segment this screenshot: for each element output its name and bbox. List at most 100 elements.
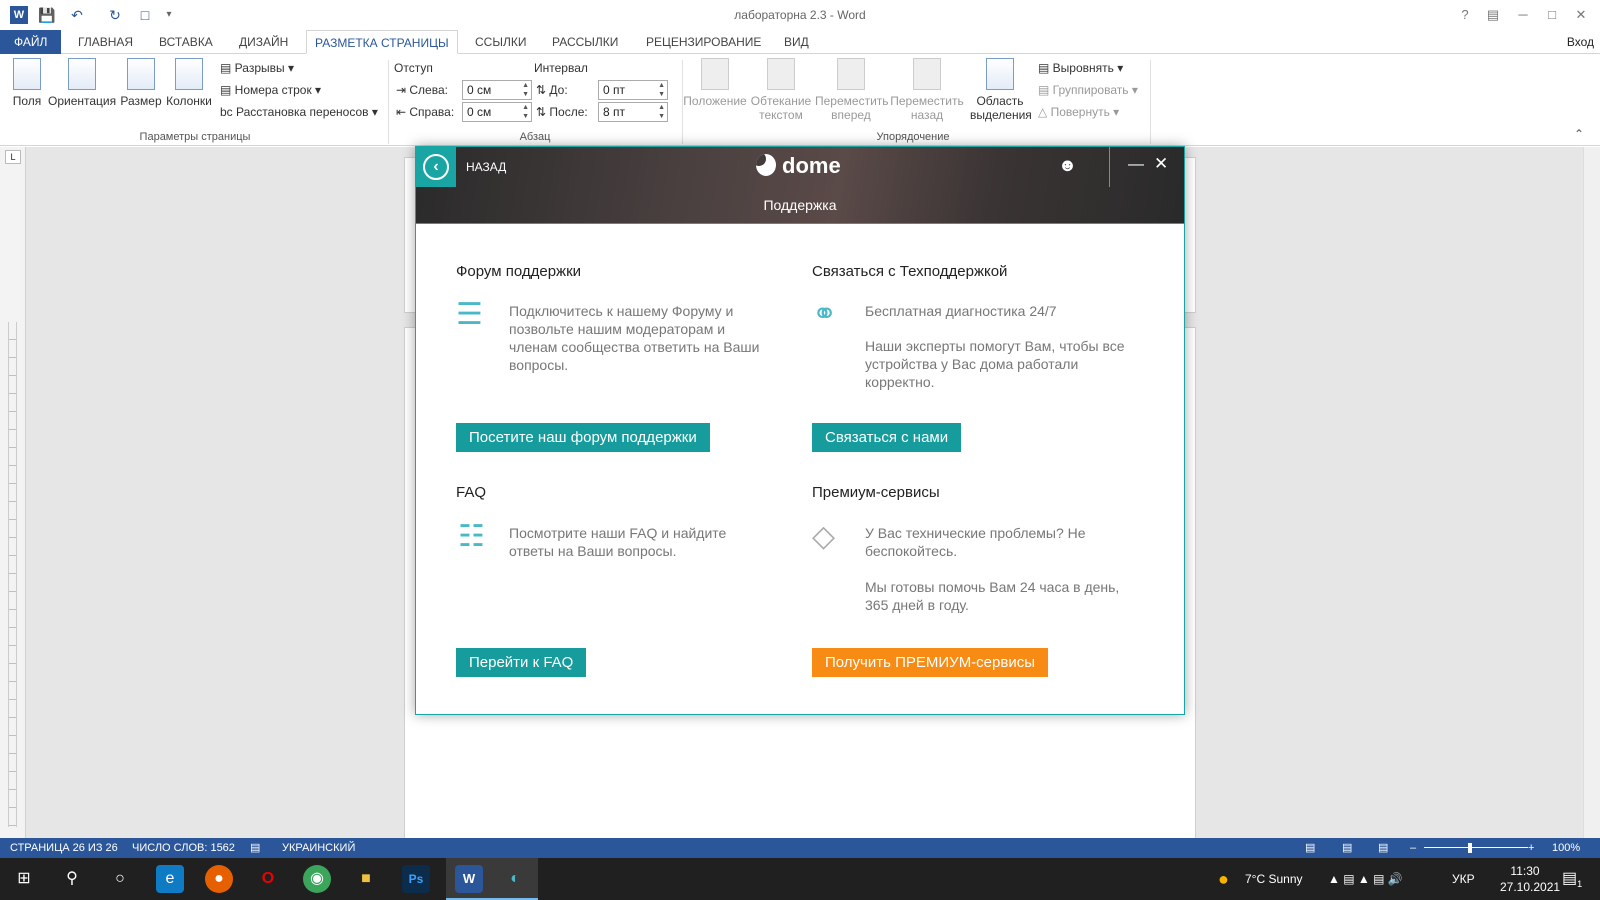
tab-references[interactable]: ССЫЛКИ — [467, 30, 534, 54]
zoom-slider-thumb[interactable] — [1468, 843, 1472, 853]
weather-icon[interactable]: ● — [1218, 858, 1229, 900]
collapse-ribbon-icon[interactable]: ⌃ — [1574, 124, 1584, 144]
tab-insert[interactable]: ВСТАВКА — [151, 30, 221, 54]
size-button[interactable]: Размер — [120, 58, 162, 108]
rotate-icon: △ — [1038, 105, 1051, 119]
back-label[interactable]: НАЗАД — [466, 160, 506, 174]
close-button[interactable]: ✕ — [1570, 6, 1592, 24]
dialog-header: ‹ НАЗАД dome ☻ — ✕ Поддержка — [416, 147, 1184, 224]
search-icon[interactable]: ⚲ — [58, 865, 86, 893]
notifications-icon[interactable]: ▤1 — [1562, 858, 1582, 900]
tab-review[interactable]: РЕЦЕНЗИРОВАНИЕ — [638, 30, 769, 54]
tray-icons[interactable]: ▲ ▤ ▲ ▤ 🔊 — [1328, 858, 1403, 900]
tab-file[interactable]: ФАЙЛ — [0, 30, 62, 54]
forum-button[interactable]: Посетите наш форум поддержки — [456, 423, 710, 452]
line-numbers-button[interactable]: ▤ Номера строк ▾ — [220, 80, 321, 100]
group-button[interactable]: ▤ Группировать ▾ — [1038, 80, 1138, 100]
spacing-label: Интервал — [534, 61, 588, 75]
print-layout-icon[interactable]: ▤ — [1342, 838, 1352, 858]
tab-mailings[interactable]: РАССЫЛКИ — [544, 30, 626, 54]
maximize-button[interactable]: □ — [1541, 6, 1563, 24]
tab-selector[interactable]: L — [5, 150, 21, 164]
bring-forward-button[interactable]: Переместить вперед — [815, 58, 889, 122]
align-button[interactable]: ▤ Выровнять ▾ — [1038, 58, 1123, 78]
taskbar-word-icon[interactable]: W — [455, 865, 483, 893]
breaks-button[interactable]: ▤ Разрывы ▾ — [220, 58, 294, 78]
taskbar: ⊞ ⚲ ○ e ● O ◉ ■ Ps W ◐ ● 7°C Sunny ▲ ▤ ▲… — [0, 858, 1600, 900]
back-arrow-icon: ‹ — [423, 154, 449, 180]
tab-design[interactable]: ДИЗАЙН — [231, 30, 296, 54]
faq-title: FAQ — [456, 484, 487, 501]
proofing-icon[interactable]: ▤ — [250, 838, 260, 858]
dialog-close-button[interactable]: ✕ — [1154, 154, 1168, 174]
group-icon: ▤ — [1038, 83, 1053, 97]
opera-icon[interactable]: O — [254, 865, 282, 893]
task-view-icon[interactable]: ○ — [106, 865, 134, 893]
zoom-level[interactable]: 100% — [1552, 838, 1580, 858]
contact-button[interactable]: Связаться с нами — [812, 423, 962, 452]
spinner-arrows-icon[interactable]: ▲ ▼ — [522, 81, 529, 99]
tab-page-layout[interactable]: РАЗМЕТКА СТРАНИЦЫ — [306, 30, 458, 54]
support-text-2: Наши эксперты помогут Вам, чтобы все уст… — [865, 338, 1125, 390]
file-explorer-icon[interactable]: ■ — [352, 865, 380, 893]
selection-pane-icon — [986, 58, 1014, 90]
indent-left-input[interactable]: 0 см ▲ ▼ — [462, 80, 532, 100]
position-button[interactable]: Положение — [683, 58, 747, 108]
indent-right-input[interactable]: 0 см ▲ ▼ — [462, 102, 532, 122]
hyphenation-button[interactable]: b​c Расстановка переносов ▾ — [220, 102, 378, 122]
chrome-icon[interactable]: ◉ — [303, 865, 331, 893]
spacing-before-label: ⇅ До: — [536, 83, 568, 97]
weather-text[interactable]: 7°C Sunny — [1245, 858, 1303, 900]
forum-text: Подключитесь к нашему Форуму и позвольте… — [509, 303, 760, 373]
tab-home[interactable]: ГЛАВНАЯ — [70, 30, 141, 54]
send-backward-button[interactable]: Переместить назад — [890, 58, 964, 122]
page-count[interactable]: СТРАНИЦА 26 ИЗ 26 — [10, 838, 118, 858]
spinner-arrows-icon[interactable]: ▲ ▼ — [658, 81, 665, 99]
line-numbers-icon: ▤ — [220, 83, 235, 97]
spacing-before-input[interactable]: 0 пт ▲ ▼ — [598, 80, 668, 100]
title-bar: W 💾 ↶ ↻ □ ▾ лабораторна 2.3 - Word ? ▤ ─… — [0, 0, 1600, 30]
word-count[interactable]: ЧИСЛО СЛОВ: 1562 — [132, 838, 235, 858]
minimize-button[interactable]: ─ — [1512, 6, 1534, 24]
ribbon-options-icon[interactable]: ▤ — [1482, 6, 1504, 24]
spacing-before-icon: ⇅ — [536, 83, 550, 97]
orientation-icon — [68, 58, 96, 90]
chat-icon: ☰ — [456, 298, 483, 331]
read-mode-icon[interactable]: ▤ — [1305, 838, 1315, 858]
edge-icon[interactable]: e — [156, 865, 184, 893]
user-icon[interactable]: ☻ — [1058, 155, 1077, 176]
photoshop-icon[interactable]: Ps — [402, 865, 430, 893]
spinner-arrows-icon[interactable]: ▲ ▼ — [658, 103, 665, 121]
language-indicator[interactable]: УКРАИНСКИЙ — [282, 838, 355, 858]
keyboard-language[interactable]: УКР — [1452, 858, 1475, 900]
back-button[interactable]: ‹ — [416, 147, 456, 187]
premium-title: Премиум-сервисы — [812, 484, 940, 501]
faq-button[interactable]: Перейти к FAQ — [456, 648, 587, 677]
zoom-in-button[interactable]: + — [1528, 838, 1534, 858]
start-icon[interactable]: ⊞ — [10, 865, 38, 893]
wrap-text-button[interactable]: Обтекание текстом — [750, 58, 812, 122]
tab-view[interactable]: ВИД — [776, 30, 817, 54]
clock[interactable]: 11:30 27.10.2021 — [1500, 863, 1560, 895]
hyphenation-icon: b​c — [220, 105, 237, 119]
zoom-slider[interactable] — [1424, 847, 1528, 848]
columns-button[interactable]: Колонки — [164, 58, 214, 108]
ribbon-tabs: ФАЙЛ ГЛАВНАЯ ВСТАВКА ДИЗАЙН РАЗМЕТКА СТР… — [0, 30, 1600, 54]
rotate-button[interactable]: △ Повернуть ▾ — [1038, 102, 1119, 122]
selection-pane-button[interactable]: Область выделения — [970, 58, 1032, 122]
help-icon[interactable]: ? — [1454, 6, 1476, 24]
spinner-arrows-icon[interactable]: ▲ ▼ — [522, 103, 529, 121]
premium-button[interactable]: Получить ПРЕМИУМ-сервисы — [812, 648, 1048, 677]
zoom-out-button[interactable]: – — [1410, 838, 1416, 858]
web-layout-icon[interactable]: ▤ — [1378, 838, 1388, 858]
window-title: лабораторна 2.3 - Word — [734, 8, 866, 22]
list-icon: ☷ — [458, 520, 485, 553]
spacing-after-input[interactable]: 8 пт ▲ ▼ — [598, 102, 668, 122]
signin-link[interactable]: Вход — [1567, 30, 1594, 54]
taskbar-dome-icon[interactable]: ◐ — [501, 865, 529, 893]
orientation-button[interactable]: Ориентация — [48, 58, 116, 108]
margins-button[interactable]: Поля — [10, 58, 44, 108]
dialog-minimize-button[interactable]: — — [1128, 156, 1144, 174]
firefox-icon[interactable]: ● — [205, 865, 233, 893]
vertical-scrollbar[interactable] — [1583, 147, 1600, 838]
